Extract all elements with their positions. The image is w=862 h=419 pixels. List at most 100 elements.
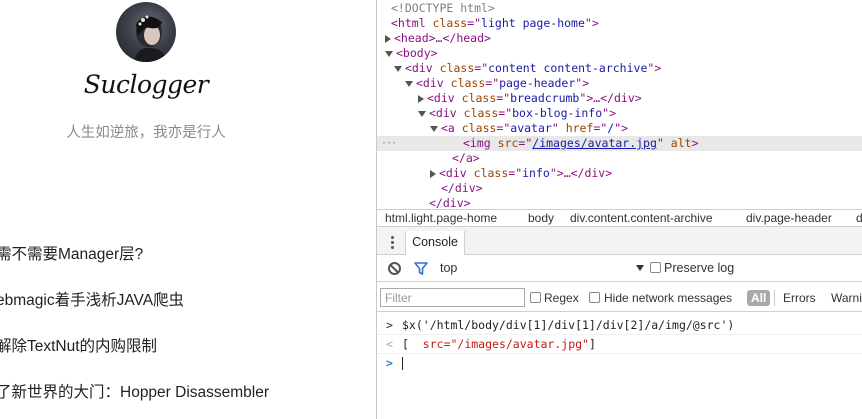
console-prompt[interactable]: >: [377, 354, 862, 373]
attr-value: light page-home: [481, 16, 585, 30]
dropdown-arrow-icon: [636, 265, 644, 271]
tag-open: <img: [463, 136, 491, 150]
doctype: <!DOCTYPE html>: [391, 1, 495, 15]
tab-console[interactable]: Console: [405, 231, 465, 255]
breadcrumb-item[interactable]: body: [528, 211, 554, 225]
dom-node[interactable]: <div class="content content-archive">: [377, 61, 862, 76]
expanded-triangle-icon[interactable]: [385, 50, 393, 57]
regex-checkbox[interactable]: [530, 292, 541, 303]
context-select[interactable]: top: [440, 261, 644, 276]
attr-quote: ": [656, 136, 664, 150]
expanded-triangle-icon[interactable]: [430, 125, 438, 132]
dom-node[interactable]: <head>…</head>: [377, 31, 862, 46]
attr-name: href: [565, 121, 594, 135]
tag-open: <div: [439, 166, 467, 180]
attr-eq: =": [485, 76, 500, 90]
post-link[interactable]: 了新世界的大门：Hopper Disassembler: [0, 380, 269, 402]
tag-close: >…</div>: [556, 166, 613, 180]
attr-name: class: [461, 91, 497, 105]
site-title[interactable]: Suclogger: [0, 70, 292, 99]
breadcrumb-item[interactable]: d: [856, 211, 862, 225]
attr-value: info: [522, 166, 550, 180]
attr-value: content content-archive: [488, 61, 648, 75]
result-value: src="/images/avatar.jpg": [422, 337, 589, 351]
dom-node[interactable]: <!DOCTYPE html>: [377, 1, 862, 16]
tag-close: >…</div>: [586, 91, 642, 105]
prompt-chevron-icon: >: [386, 356, 393, 370]
dom-node[interactable]: </div>: [377, 181, 862, 196]
hide-network-checkbox[interactable]: [589, 292, 600, 303]
console-toolbar: top Preserve log: [377, 255, 862, 282]
more-actions-icon: ···: [381, 138, 397, 149]
breadcrumb-item[interactable]: div.content.content-archive: [570, 211, 713, 225]
more-vertical-icon[interactable]: [389, 236, 395, 250]
tag-open: </a>: [452, 151, 480, 165]
attr-eq: =": [467, 16, 482, 30]
tag-close: >: [621, 121, 629, 135]
level-errors-button[interactable]: Errors: [783, 291, 816, 305]
dom-node[interactable]: <html class="light page-home">: [377, 16, 862, 31]
console-output: > $x('/html/body/div[1]/div[1]/div[2]/a/…: [377, 312, 862, 419]
expanded-triangle-icon[interactable]: [394, 65, 402, 72]
dom-node[interactable]: <div class="breadcrumb">…</div>: [377, 91, 862, 106]
filter-input[interactable]: [380, 288, 525, 307]
dom-node[interactable]: <body>: [377, 46, 862, 61]
dom-node[interactable]: <div class="page-header">: [377, 76, 862, 91]
expanded-triangle-icon[interactable]: [405, 80, 413, 87]
hide-network-label: Hide network messages: [604, 291, 733, 305]
tag-open: </div>: [429, 196, 471, 209]
attr-quote: ": [584, 16, 592, 30]
console-result[interactable]: [ src="/images/avatar.jpg"]: [402, 335, 596, 354]
attr-quote: ": [551, 121, 559, 135]
attr-quote: ": [549, 166, 557, 180]
tag-open: <a: [441, 121, 455, 135]
tag-close: >: [591, 16, 599, 30]
post-link[interactable]: 解除TextNut的内购限制: [0, 334, 157, 356]
attr-eq: =": [496, 121, 511, 135]
clear-console-icon[interactable]: [388, 262, 401, 275]
collapsed-triangle-icon[interactable]: [385, 34, 391, 43]
dom-node[interactable]: <div class="info">…</div>: [377, 166, 862, 181]
expanded-triangle-icon[interactable]: [418, 110, 426, 117]
dom-node[interactable]: </a>: [377, 151, 862, 166]
collapsed-triangle-icon[interactable]: [430, 169, 436, 178]
breadcrumb-item[interactable]: div.page-header: [746, 211, 832, 225]
attr-name: class: [450, 76, 486, 90]
collapsed-triangle-icon[interactable]: [418, 94, 424, 103]
preserve-log-checkbox[interactable]: [650, 262, 661, 273]
attr-name: class: [439, 61, 475, 75]
post-link[interactable]: 需不需要Manager层?: [0, 242, 143, 264]
breadcrumb-item[interactable]: html.light.page-home: [385, 211, 497, 225]
post-link[interactable]: ebmagic着手浅析JAVA爬虫: [0, 288, 184, 310]
level-warnings-button[interactable]: Warni: [831, 291, 862, 305]
attr-name: class: [463, 106, 499, 120]
tag-open: <div: [405, 61, 433, 75]
avatar[interactable]: [116, 2, 176, 62]
dom-node[interactable]: </div>: [377, 196, 862, 209]
tag-close: >: [609, 106, 617, 120]
console-prompt-input[interactable]: [402, 354, 403, 373]
attr-name: class: [461, 121, 497, 135]
attr-value: /images/avatar.jpg: [532, 136, 657, 150]
attr-name: src: [497, 136, 519, 150]
attr-eq: =": [498, 106, 513, 120]
tag-close: >: [691, 136, 699, 150]
blog-page: Suclogger 人生如逆旅，我亦是行人 需不需要Manager层? ebma…: [0, 0, 376, 419]
tag-close: …</head>: [435, 31, 491, 45]
result-bracket-open: [: [402, 337, 409, 351]
attr-eq: =": [518, 136, 533, 150]
attr-name: class: [473, 166, 509, 180]
tag-open: <div: [429, 106, 457, 120]
tag-open: <head>: [394, 31, 436, 45]
attr-value: page-header: [499, 76, 576, 90]
dom-node[interactable]: <div class="box-blog-info">: [377, 106, 862, 121]
level-all-button[interactable]: All: [747, 290, 771, 306]
console-filter-bar: Regex Hide network messages All Errors W…: [377, 282, 862, 312]
attr-value: avatar: [510, 121, 552, 135]
site-subtitle: 人生如逆旅，我亦是行人: [66, 125, 226, 141]
dom-node-selected[interactable]: ··· <img src="/images/avatar.jpg" alt>: [377, 136, 862, 151]
dom-node[interactable]: <a class="avatar" href="/">: [377, 121, 862, 136]
preserve-log-label: Preserve log: [664, 261, 735, 275]
filter-icon[interactable]: [414, 262, 428, 275]
input-chevron-icon: >: [386, 318, 393, 332]
